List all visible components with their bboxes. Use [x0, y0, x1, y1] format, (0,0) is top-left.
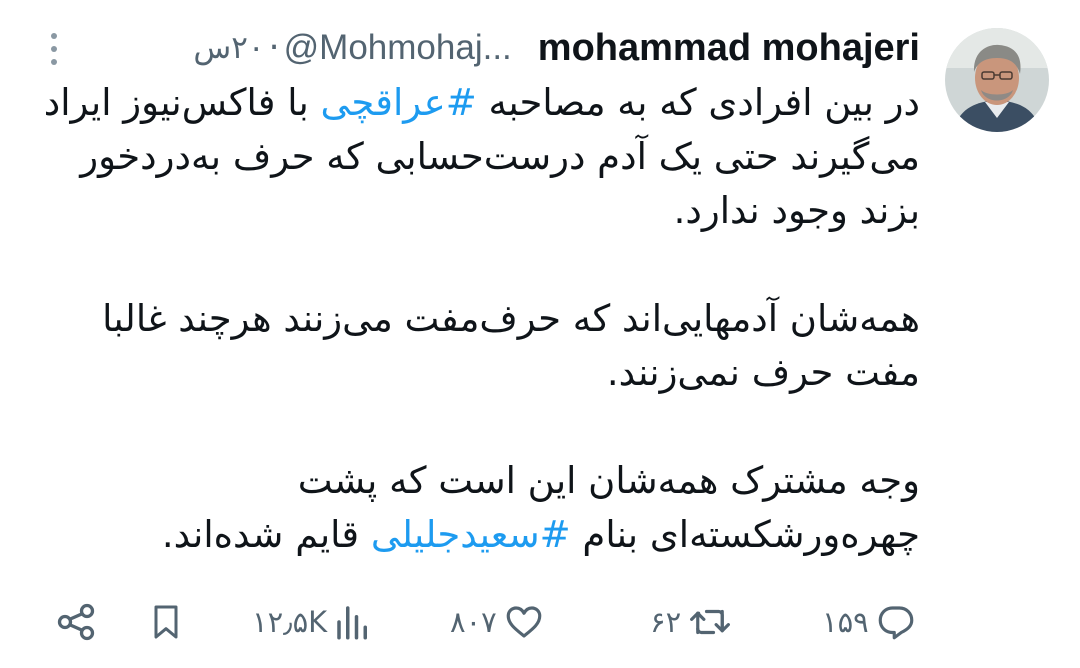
- like-count: ۸۰۷: [450, 605, 497, 639]
- views-icon: [333, 601, 373, 643]
- text-segment: در بین افرادی که به مصاحبه: [476, 81, 920, 124]
- tweet-paragraph: وجه مشترک همه‌شان این است که پشت چهره‌ور…: [40, 454, 920, 562]
- tweet-text: در بین افرادی که به مصاحبه #عراقچی با فا…: [40, 76, 920, 562]
- reply-button[interactable]: ۱۵۹: [822, 596, 917, 648]
- retweet-button[interactable]: ۶۲: [650, 596, 733, 648]
- user-handle[interactable]: @Mohmohaj...: [284, 28, 512, 68]
- tweet-card[interactable]: mohammad mohajeri @Mohmohaj... · ۲۰س در …: [0, 0, 1080, 668]
- tweet-paragraph: همه‌شان آدمهایی‌اند که حرف‌مفت می‌زنند ه…: [102, 297, 920, 394]
- display-name[interactable]: mohammad mohajeri: [538, 27, 920, 70]
- views-button[interactable]: ۱۲٫۵K: [252, 596, 373, 648]
- timestamp[interactable]: ۲۰س: [193, 30, 264, 66]
- text-segment: قایم شده‌اند.: [161, 513, 371, 556]
- share-button[interactable]: [54, 596, 98, 648]
- avatar[interactable]: [945, 28, 1049, 132]
- like-button[interactable]: ۸۰۷: [450, 596, 545, 648]
- tweet-header: mohammad mohajeri @Mohmohaj... · ۲۰س: [193, 24, 920, 72]
- views-count: ۱۲٫۵K: [252, 605, 328, 639]
- reply-count: ۱۵۹: [822, 605, 869, 639]
- separator-dot: ·: [268, 28, 280, 68]
- share-icon: [54, 600, 98, 644]
- action-bar: ۱۵۹ ۶۲ ۸۰۷ ۱۲٫۵K: [0, 596, 1080, 648]
- bookmark-icon: [146, 601, 186, 643]
- heart-icon: [503, 601, 545, 643]
- more-vertical-icon[interactable]: [46, 30, 62, 70]
- reply-icon: [875, 601, 917, 643]
- hashtag-link[interactable]: #سعیدجلیلی: [371, 513, 571, 556]
- tweet-paragraph: در بین افرادی که به مصاحبه #عراقچی با فا…: [40, 76, 920, 238]
- retweet-count: ۶۲: [650, 605, 682, 639]
- hashtag-link[interactable]: #عراقچی: [321, 81, 477, 124]
- retweet-icon: [687, 601, 733, 643]
- bookmark-button[interactable]: [146, 596, 186, 648]
